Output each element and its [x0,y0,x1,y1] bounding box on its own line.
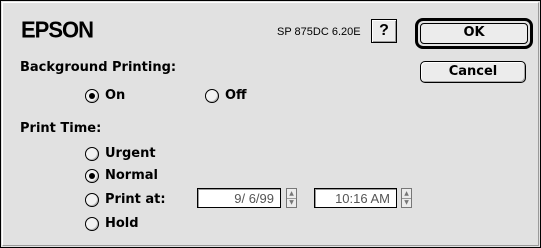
hold-label: Hold [105,216,139,231]
stepper-down-icon[interactable]: ▼ [402,198,411,207]
stepper-down-icon[interactable]: ▼ [287,198,296,207]
radio-selected-icon [85,88,99,103]
radio-unselected-icon [85,146,99,161]
normal-radio[interactable]: Normal [85,168,158,183]
cancel-button[interactable]: Cancel [420,61,526,83]
epson-logo: EPSON [21,16,94,43]
ok-button-label: OK [420,23,528,44]
print-time-label: Print Time: [20,121,102,136]
urgent-radio[interactable]: Urgent [85,146,156,161]
hold-radio[interactable]: Hold [85,216,139,231]
print-options-dialog: EPSON SP 875DC 6.20E ? OK Cancel Backgro… [0,0,541,248]
print-at-label: Print at: [105,192,166,207]
help-icon: ? [379,22,389,39]
background-on-radio[interactable]: On [85,88,125,103]
print-at-radio[interactable]: Print at: [85,192,166,207]
ok-button[interactable]: OK [415,18,533,49]
time-stepper[interactable]: ▲ ▼ [401,188,412,208]
radio-unselected-icon [85,192,99,207]
background-off-radio[interactable]: Off [205,88,247,103]
radio-unselected-icon [205,88,219,103]
background-off-label: Off [225,88,247,103]
radio-unselected-icon [85,216,99,231]
driver-version: SP 875DC 6.20E [277,26,361,38]
date-stepper[interactable]: ▲ ▼ [286,188,297,208]
print-date-field[interactable]: 9/ 6/99 [197,188,281,208]
background-on-label: On [105,88,126,103]
normal-label: Normal [105,168,158,183]
print-time-field[interactable]: 10:16 AM [314,188,397,208]
radio-selected-icon [85,168,99,183]
help-button[interactable]: ? [371,19,397,43]
urgent-label: Urgent [105,146,156,161]
background-printing-label: Background Printing: [20,60,177,75]
